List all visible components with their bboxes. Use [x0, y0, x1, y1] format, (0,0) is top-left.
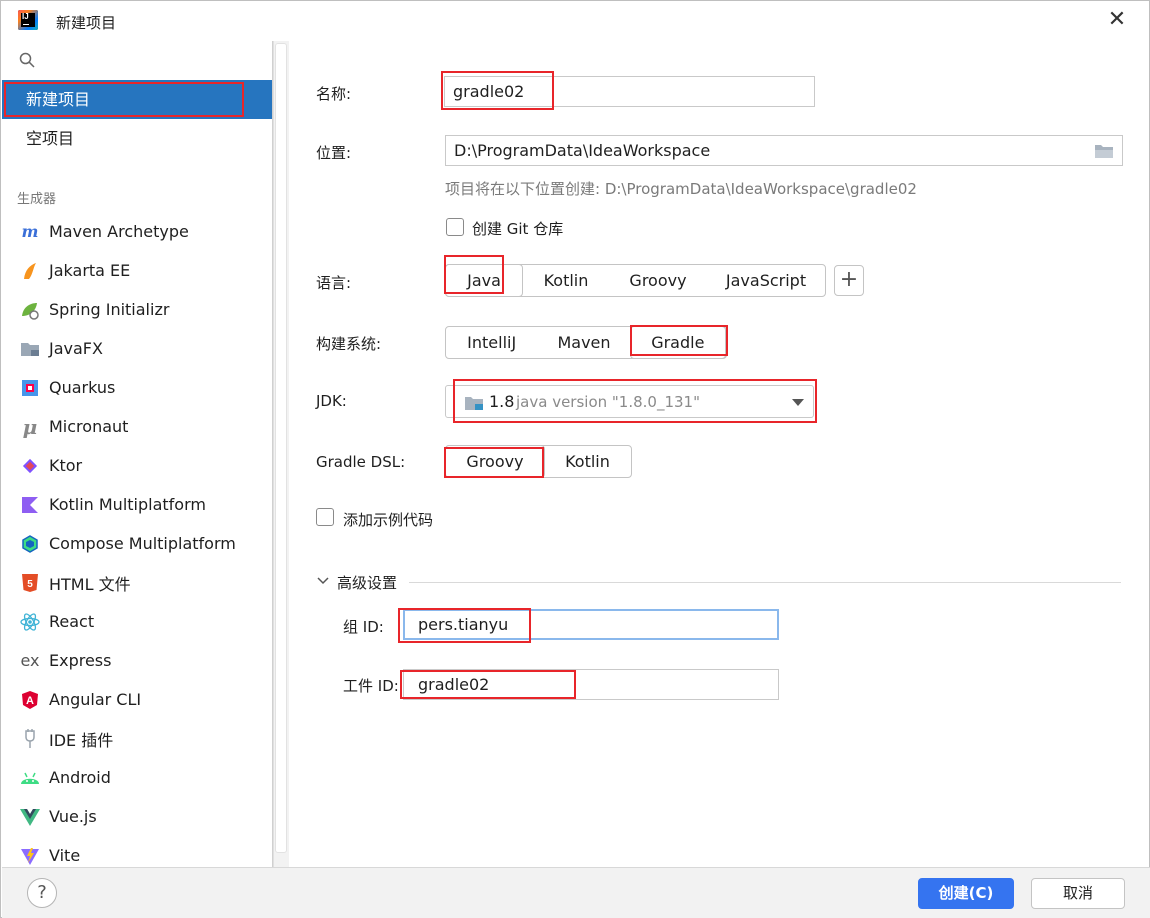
sidebar-item-android[interactable]: Android — [2, 758, 272, 797]
artifact-id-input[interactable]: gradle02 — [403, 669, 779, 700]
sidebar-item-javafx[interactable]: JavaFX — [2, 329, 272, 368]
html5-icon: 5 — [20, 573, 40, 593]
vite-icon — [20, 846, 40, 866]
cancel-button[interactable]: 取消 — [1031, 878, 1125, 909]
sidebar-item-ktor[interactable]: Ktor — [2, 446, 272, 485]
location-input[interactable]: D:\ProgramData\IdeaWorkspace — [445, 135, 1123, 166]
name-input[interactable]: gradle02 — [444, 76, 815, 107]
jdk-label: JDK: — [316, 392, 347, 410]
build-option-gradle[interactable]: Gradle — [629, 326, 726, 359]
svg-text:A: A — [26, 695, 34, 707]
advanced-settings-toggle[interactable]: 高级设置 — [337, 572, 397, 593]
location-hint: 项目将在以下位置创建: D:\ProgramData\IdeaWorkspace… — [445, 180, 917, 198]
compose-icon — [20, 534, 40, 554]
sidebar-item-html[interactable]: 5 HTML 文件 — [2, 563, 272, 602]
jdk-detail: java version "1.8.0_131" — [516, 393, 700, 411]
dialog-footer: ? 创建(C) 取消 — [2, 867, 1150, 918]
chevron-down-icon — [792, 399, 804, 406]
project-type-sidebar: 新建项目 空项目 生成器 m Maven Archetype Jakarta E… — [2, 41, 273, 867]
add-sample-code-checkbox[interactable] — [316, 508, 334, 526]
jdk-folder-icon — [465, 397, 483, 410]
angular-icon: A — [20, 690, 40, 710]
close-icon[interactable]: ✕ — [1105, 9, 1129, 33]
sidebar-scrollbar[interactable] — [273, 41, 289, 867]
svg-text:5: 5 — [27, 579, 33, 590]
maven-icon: m — [21, 222, 39, 241]
build-system-segmented-control: IntelliJ Maven Gradle — [445, 326, 727, 359]
sidebar-item-new-project[interactable]: 新建项目 — [2, 80, 272, 119]
express-icon: ex — [20, 651, 40, 670]
folder-browse-icon[interactable] — [1094, 143, 1114, 159]
sidebar-item-angular-cli[interactable]: A Angular CLI — [2, 680, 272, 719]
create-button[interactable]: 创建(C) — [918, 878, 1014, 909]
sidebar-item-vite[interactable]: Vite — [2, 836, 272, 867]
dialog-title: 新建项目 — [56, 14, 117, 32]
sidebar-search[interactable] — [2, 41, 272, 79]
language-option-java[interactable]: Java — [445, 264, 523, 297]
build-system-label: 构建系统: — [316, 335, 382, 353]
group-id-input[interactable]: pers.tianyu — [403, 609, 779, 640]
language-label: 语言: — [316, 274, 352, 292]
sidebar-item-kotlin-multiplatform[interactable]: Kotlin Multiplatform — [2, 485, 272, 524]
create-git-label: 创建 Git 仓库 — [472, 220, 564, 238]
sidebar-item-micronaut[interactable]: μ Micronaut — [2, 407, 272, 446]
sidebar-item-vuejs[interactable]: Vue.js — [2, 797, 272, 836]
spring-icon — [20, 300, 40, 320]
jdk-version: 1.8 — [489, 392, 515, 411]
artifact-id-label: 工件 ID: — [343, 677, 399, 695]
group-id-label: 组 ID: — [343, 618, 384, 636]
add-language-button[interactable]: + — [834, 265, 864, 296]
react-icon — [20, 612, 40, 632]
sidebar-item-spring-initializr[interactable]: Spring Initializr — [2, 290, 272, 329]
sidebar-item-compose-multiplatform[interactable]: Compose Multiplatform — [2, 524, 272, 563]
language-segmented-control: Java Kotlin Groovy JavaScript — [445, 264, 826, 297]
dsl-option-kotlin[interactable]: Kotlin — [545, 446, 630, 477]
chevron-down-icon[interactable] — [317, 577, 329, 585]
ktor-icon — [20, 456, 40, 476]
javafx-icon — [20, 339, 40, 359]
language-option-kotlin[interactable]: Kotlin — [523, 265, 609, 296]
language-option-groovy[interactable]: Groovy — [609, 265, 707, 296]
gradle-dsl-segmented-control: Groovy Kotlin — [445, 445, 632, 478]
vue-icon — [20, 807, 40, 827]
jakarta-icon — [20, 261, 40, 281]
sidebar-item-ide-plugin[interactable]: IDE 插件 — [2, 719, 272, 758]
advanced-divider — [409, 582, 1121, 583]
micronaut-icon: μ — [22, 414, 38, 439]
name-label: 名称: — [316, 85, 352, 103]
build-option-maven[interactable]: Maven — [537, 327, 630, 358]
project-settings-form: 名称: gradle02 位置: D:\ProgramData\IdeaWork… — [289, 41, 1149, 867]
sidebar-item-express[interactable]: ex Express — [2, 641, 272, 680]
sidebar-item-react[interactable]: React — [2, 602, 272, 641]
add-sample-code-label: 添加示例代码 — [343, 511, 434, 529]
build-option-intellij[interactable]: IntelliJ — [446, 327, 537, 358]
new-project-dialog: 新建项目 ✕ 新建项目 空项目 生成器 m Maven Archetype Ja… — [0, 0, 1150, 918]
sidebar-item-empty-project[interactable]: 空项目 — [2, 119, 272, 158]
intellij-idea-icon — [18, 10, 38, 30]
language-option-javascript[interactable]: JavaScript — [707, 265, 825, 296]
dsl-option-groovy[interactable]: Groovy — [445, 445, 545, 478]
jdk-dropdown[interactable]: 1.8 java version "1.8.0_131" — [445, 385, 814, 418]
ide-plugin-icon — [20, 728, 40, 749]
sidebar-item-maven-archetype[interactable]: m Maven Archetype — [2, 212, 272, 251]
gradle-dsl-label: Gradle DSL: — [316, 453, 406, 471]
sidebar-item-jakarta-ee[interactable]: Jakarta EE — [2, 251, 272, 290]
title-bar: 新建项目 ✕ — [1, 1, 1149, 41]
kotlin-icon — [20, 495, 40, 515]
sidebar-item-quarkus[interactable]: Quarkus — [2, 368, 272, 407]
sidebar-scrollbar-thumb[interactable] — [275, 43, 287, 853]
help-icon[interactable]: ? — [27, 878, 57, 908]
android-icon — [20, 768, 40, 788]
search-icon — [19, 52, 35, 68]
generators-heading: 生成器 — [17, 192, 57, 207]
quarkus-icon — [20, 378, 40, 398]
create-git-checkbox[interactable] — [446, 218, 464, 236]
location-label: 位置: — [316, 144, 352, 162]
